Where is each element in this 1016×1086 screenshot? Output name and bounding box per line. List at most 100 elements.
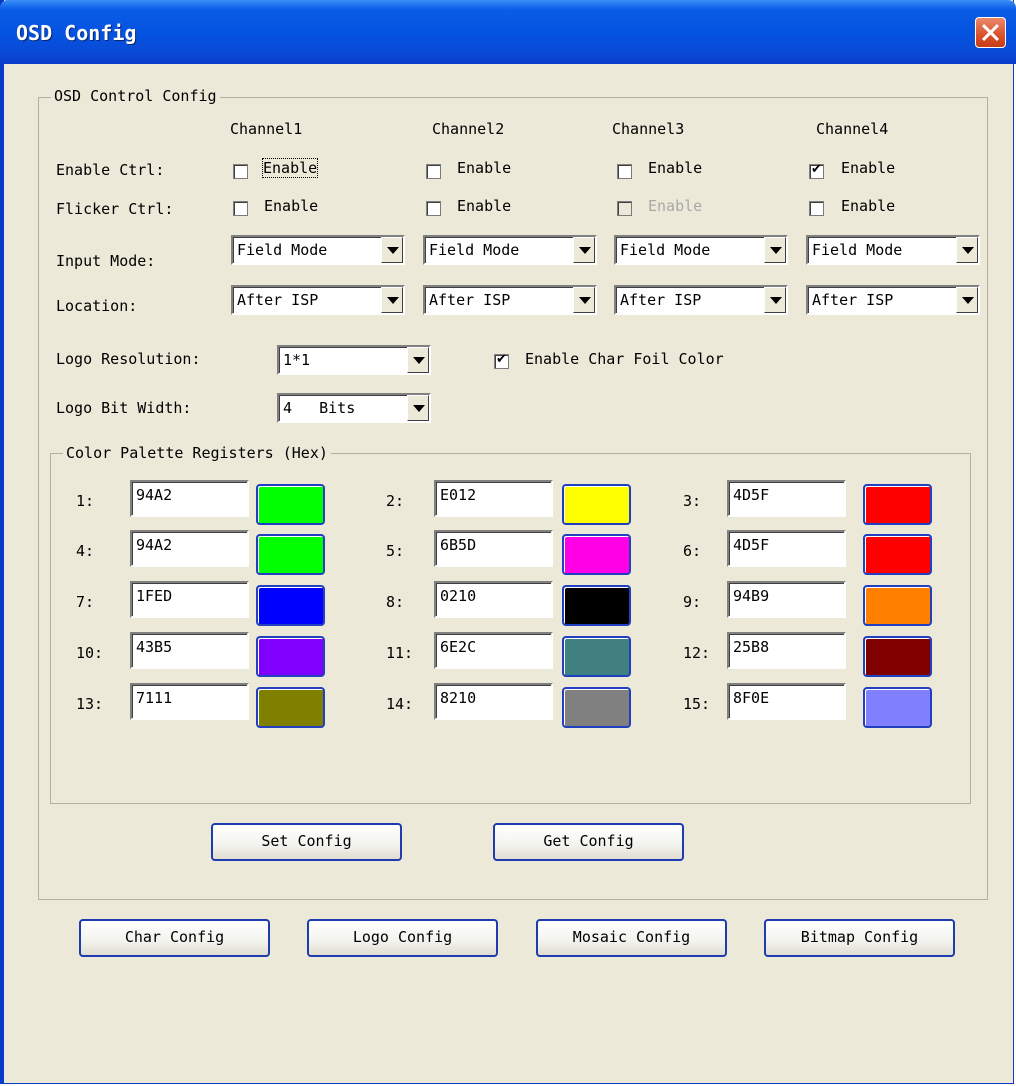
location-select-4[interactable]: After ISP: [806, 285, 980, 315]
palette-hex-input[interactable]: 8F0E: [727, 683, 846, 720]
chevron-down-icon[interactable]: [956, 287, 978, 313]
enable-ctrl-checkbox-3[interactable]: [617, 164, 632, 179]
chevron-down-icon[interactable]: [407, 395, 429, 421]
palette-index-label: 11:: [386, 644, 414, 662]
input-mode-value-2: Field Mode: [429, 241, 520, 259]
palette-color-swatch-button[interactable]: [562, 484, 631, 525]
palette-hex-input[interactable]: E012: [434, 480, 553, 517]
enable-ctrl-checkbox-2[interactable]: [426, 164, 441, 179]
chevron-down-icon[interactable]: [956, 237, 978, 263]
palette-hex-input[interactable]: 25B8: [727, 632, 846, 669]
enable-ctrl-label: Enable Ctrl:: [56, 161, 165, 179]
location-select-1[interactable]: After ISP: [231, 285, 405, 315]
palette-color-swatch-button[interactable]: [562, 585, 631, 626]
input-mode-select-3[interactable]: Field Mode: [614, 235, 788, 265]
palette-index-label: 7:: [76, 593, 95, 611]
location-value-1: After ISP: [237, 291, 319, 309]
palette-hex-input[interactable]: 6E2C: [434, 632, 553, 669]
palette-index-label: 8:: [386, 593, 405, 611]
palette-color-swatch-button[interactable]: [256, 484, 325, 525]
mosaic-config-button[interactable]: Mosaic Config: [536, 919, 727, 957]
logo-resolution-label: Logo Resolution:: [56, 350, 201, 368]
flicker-ctrl-checkbox-2[interactable]: [426, 201, 441, 216]
channel-header-4: Channel4: [816, 120, 889, 138]
palette-color-swatch-button[interactable]: [863, 585, 932, 626]
enable-ctrl-label-1[interactable]: Enable: [261, 158, 319, 178]
palette-hex-input[interactable]: 7111: [130, 683, 249, 720]
location-value-4: After ISP: [812, 291, 894, 309]
enable-ctrl-checkbox-4[interactable]: [809, 162, 824, 179]
char-foil-checkbox[interactable]: [494, 352, 509, 369]
input-mode-select-4[interactable]: Field Mode: [806, 235, 980, 265]
flicker-ctrl-checkbox-3[interactable]: [617, 201, 632, 216]
enable-ctrl-label-2[interactable]: Enable: [457, 159, 511, 177]
palette-color-swatch-button[interactable]: [863, 484, 932, 525]
palette-index-label: 12:: [683, 644, 711, 662]
palette-hex-input[interactable]: 4D5F: [727, 480, 846, 517]
palette-hex-input[interactable]: 1FED: [130, 581, 249, 618]
logo-bit-width-select[interactable]: 4 Bits: [277, 393, 431, 423]
input-mode-select-1[interactable]: Field Mode: [231, 235, 405, 265]
palette-hex-input[interactable]: 8210: [434, 683, 553, 720]
osd-control-group-label: OSD Control Config: [51, 87, 220, 105]
location-label: Location:: [56, 297, 138, 315]
char-foil-label[interactable]: Enable Char Foil Color: [525, 350, 724, 368]
chevron-down-icon[interactable]: [764, 237, 786, 263]
flicker-ctrl-label: Flicker Ctrl:: [56, 200, 174, 218]
palette-index-label: 6:: [683, 542, 702, 560]
palette-color-swatch-button[interactable]: [562, 534, 631, 575]
palette-hex-input[interactable]: 6B5D: [434, 530, 553, 567]
chevron-down-icon[interactable]: [381, 237, 403, 263]
palette-color-swatch-button[interactable]: [863, 687, 932, 728]
flicker-ctrl-label-1[interactable]: Enable: [264, 197, 318, 215]
palette-color-swatch-button[interactable]: [256, 687, 325, 728]
location-select-3[interactable]: After ISP: [614, 285, 788, 315]
chevron-down-icon[interactable]: [764, 287, 786, 313]
input-mode-value-3: Field Mode: [620, 241, 711, 259]
char-config-button[interactable]: Char Config: [79, 919, 270, 957]
flicker-ctrl-label-4[interactable]: Enable: [841, 197, 895, 215]
input-mode-select-2[interactable]: Field Mode: [423, 235, 597, 265]
palette-color-swatch-button[interactable]: [256, 534, 325, 575]
enable-ctrl-checkbox-1[interactable]: [233, 164, 248, 179]
set-config-button[interactable]: Set Config: [211, 823, 402, 861]
chevron-down-icon[interactable]: [381, 287, 403, 313]
palette-hex-input[interactable]: 0210: [434, 581, 553, 618]
chevron-down-icon[interactable]: [573, 237, 595, 263]
palette-index-label: 4:: [76, 542, 95, 560]
bitmap-config-button[interactable]: Bitmap Config: [764, 919, 955, 957]
flicker-ctrl-label-3[interactable]: Enable: [648, 197, 702, 215]
palette-color-swatch-button[interactable]: [863, 636, 932, 677]
palette-color-swatch-button[interactable]: [562, 687, 631, 728]
palette-color-swatch-button[interactable]: [863, 534, 932, 575]
palette-index-label: 2:: [386, 492, 405, 510]
enable-ctrl-label-4[interactable]: Enable: [841, 159, 895, 177]
logo-resolution-select[interactable]: 1*1: [277, 345, 431, 375]
palette-hex-input[interactable]: 94A2: [130, 480, 249, 517]
palette-hex-input[interactable]: 4D5F: [727, 530, 846, 567]
channel-header-2: Channel2: [432, 120, 505, 138]
palette-hex-input[interactable]: 94B9: [727, 581, 846, 618]
flicker-ctrl-checkbox-4[interactable]: [809, 201, 824, 216]
chevron-down-icon[interactable]: [573, 287, 595, 313]
get-config-button[interactable]: Get Config: [493, 823, 684, 861]
palette-hex-input[interactable]: 94A2: [130, 530, 249, 567]
flicker-ctrl-label-2[interactable]: Enable: [457, 197, 511, 215]
enable-ctrl-label-3[interactable]: Enable: [648, 159, 702, 177]
chevron-down-icon[interactable]: [407, 347, 429, 373]
palette-color-swatch-button[interactable]: [562, 636, 631, 677]
location-select-2[interactable]: After ISP: [423, 285, 597, 315]
palette-color-swatch-button[interactable]: [256, 636, 325, 677]
logo-config-button[interactable]: Logo Config: [307, 919, 498, 957]
palette-index-label: 1:: [76, 492, 95, 510]
palette-hex-input[interactable]: 43B5: [130, 632, 249, 669]
input-mode-value-1: Field Mode: [237, 241, 328, 259]
input-mode-value-4: Field Mode: [812, 241, 903, 259]
color-palette-group-label: Color Palette Registers (Hex): [63, 444, 331, 462]
window-title: OSD Config: [16, 21, 137, 45]
flicker-ctrl-checkbox-1[interactable]: [233, 201, 248, 216]
close-button[interactable]: [975, 17, 1006, 48]
palette-color-swatch-button[interactable]: [256, 585, 325, 626]
title-bar[interactable]: OSD Config: [0, 0, 1016, 64]
palette-index-label: 9:: [683, 593, 702, 611]
